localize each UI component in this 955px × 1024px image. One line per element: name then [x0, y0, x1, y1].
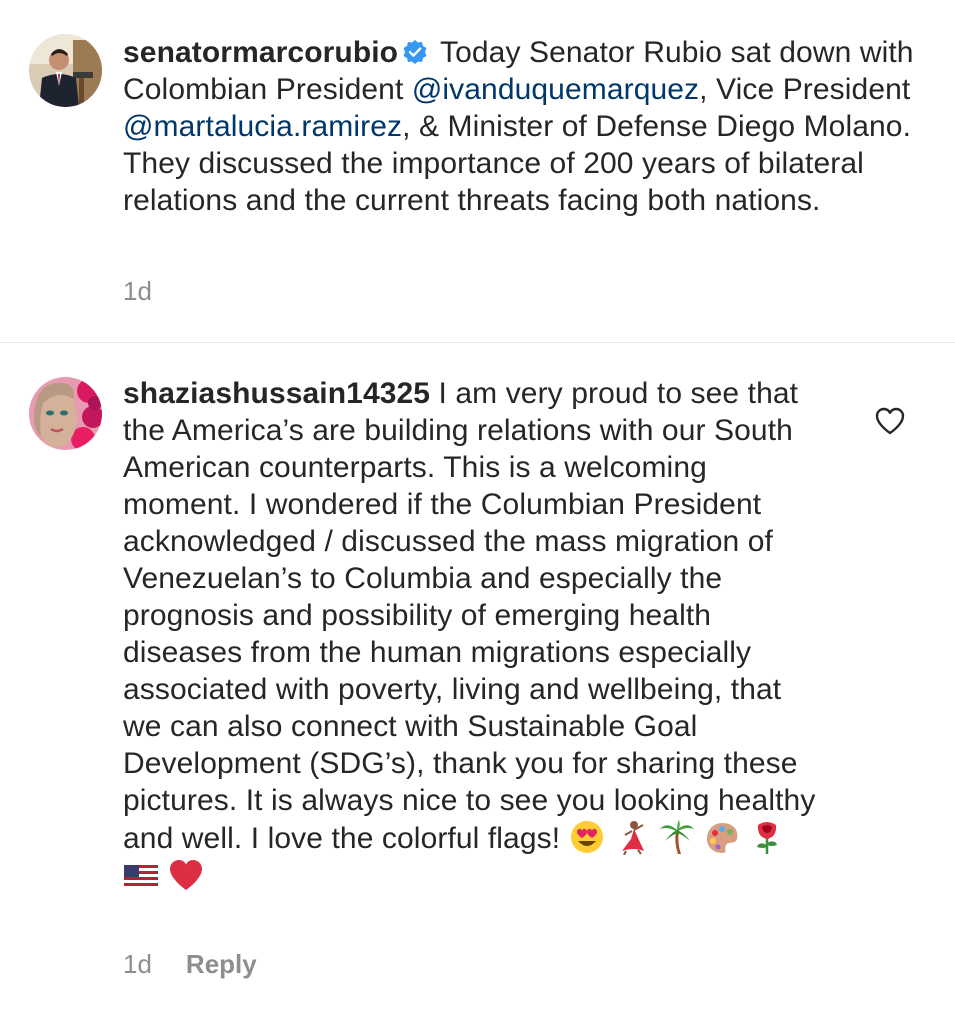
palm-tree-emoji: [659, 819, 695, 855]
mention-link[interactable]: @ivanduquemarquez: [412, 73, 699, 106]
palette-emoji: [704, 819, 740, 855]
author-avatar[interactable]: [29, 34, 102, 107]
post-timestamp[interactable]: 1d: [123, 276, 152, 306]
comment-timestamp[interactable]: 1d: [123, 949, 152, 979]
heart-eyes-emoji: [569, 819, 605, 855]
post-username[interactable]: senatormarcorubio: [123, 36, 398, 69]
us-flag-emoji: [123, 857, 159, 893]
red-heart-emoji: [168, 857, 204, 893]
comment-text: shaziashussain14325 I am very proud to s…: [123, 375, 823, 895]
mention-link[interactable]: @martalucia.ramirez: [123, 110, 402, 143]
comment-username[interactable]: shaziashussain14325: [123, 377, 430, 410]
caption-text: senatormarcorubio Today Senator Rubio sa…: [123, 34, 933, 219]
comment-meta: 1d Reply: [123, 949, 257, 980]
post-meta: 1d: [123, 276, 152, 307]
post-caption: senatormarcorubio Today Senator Rubio sa…: [0, 0, 955, 343]
comment-body: I am very proud to see that the America’…: [123, 377, 816, 855]
comment-item: shaziashussain14325 I am very proud to s…: [0, 343, 955, 1024]
commenter-avatar[interactable]: [29, 377, 102, 450]
verified-badge-icon: [402, 37, 428, 64]
reply-button[interactable]: Reply: [186, 949, 257, 979]
rose-emoji: [749, 819, 785, 855]
dancer-emoji: [614, 819, 650, 855]
caption-part-2: , Vice President: [699, 73, 911, 106]
heart-outline-icon[interactable]: [874, 406, 906, 436]
